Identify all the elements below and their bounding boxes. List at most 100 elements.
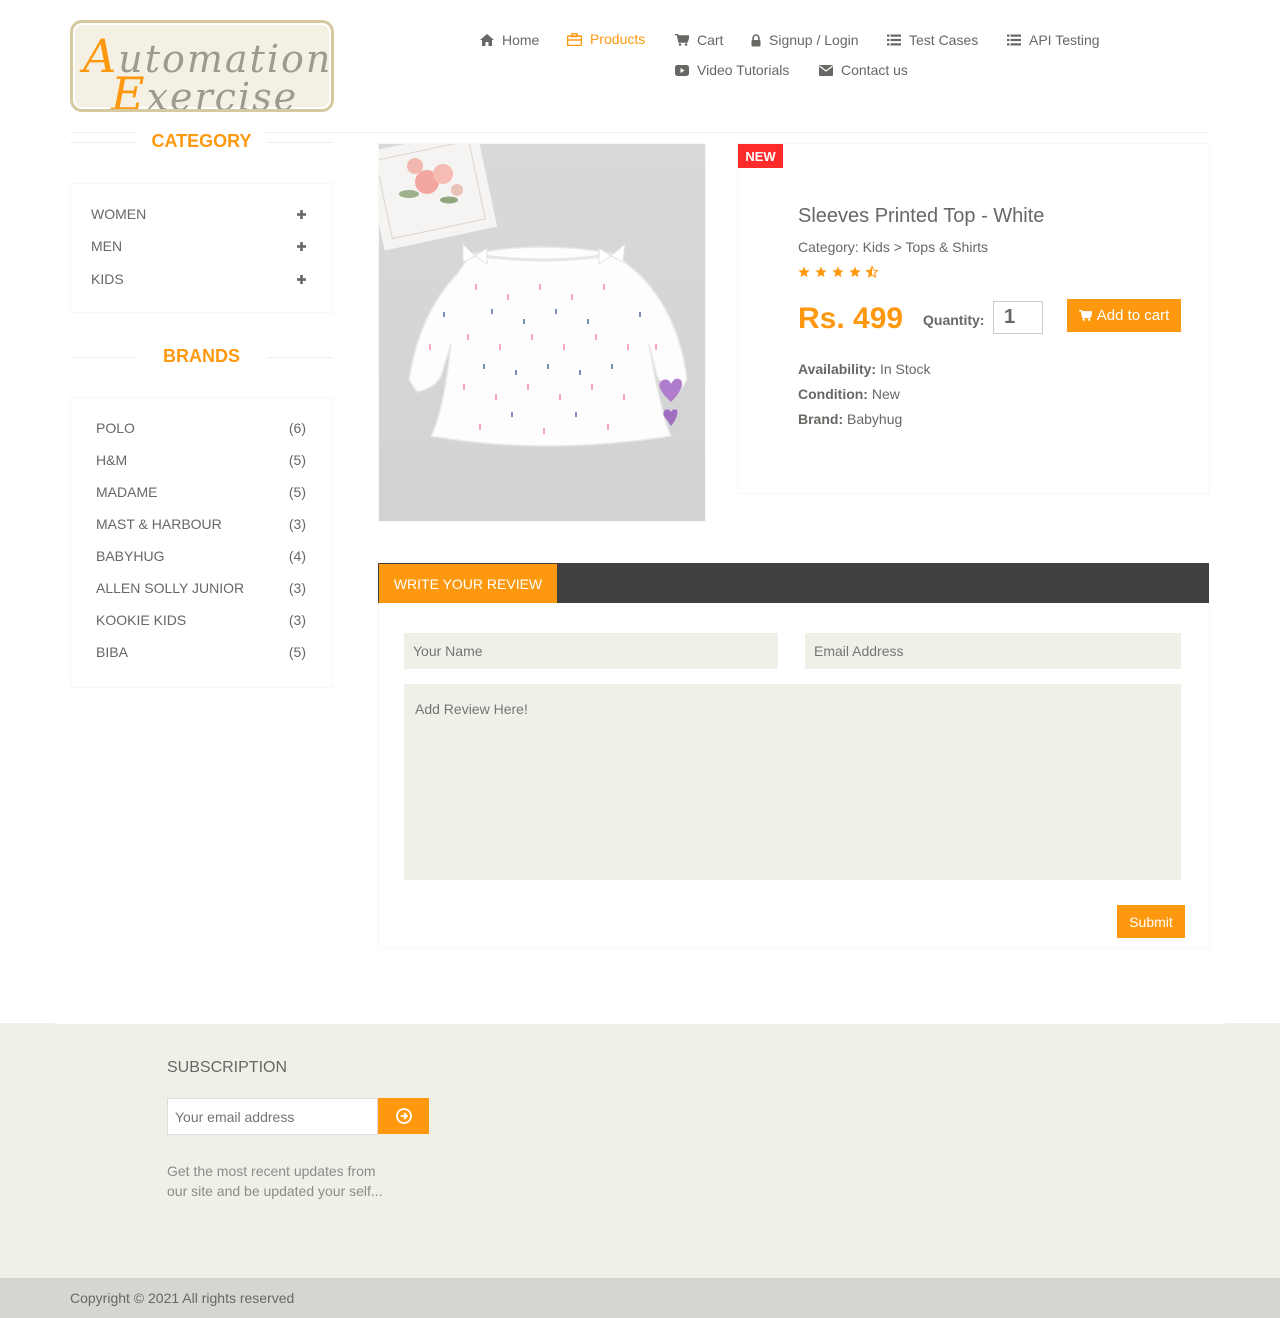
logo-letter-e: E bbox=[111, 67, 147, 112]
brand-label: Brand: bbox=[798, 411, 844, 427]
product-category: Category: Kids > Tops & Shirts bbox=[798, 239, 988, 255]
add-to-cart-button[interactable]: Add to cart bbox=[1067, 299, 1181, 332]
cart-icon bbox=[675, 34, 689, 46]
quantity-label: Quantity: bbox=[923, 312, 985, 328]
category-women[interactable]: WOMEN bbox=[91, 206, 306, 222]
brand-polo[interactable]: POLO (6) bbox=[96, 420, 306, 436]
brand-madame[interactable]: MADAME (5) bbox=[96, 484, 306, 500]
footer-widget: SUBSCRIPTION Get the most recent updates… bbox=[0, 1023, 1280, 1278]
footer-bottom: Copyright © 2021 All rights reserved bbox=[0, 1278, 1280, 1318]
review-tab-bar: WRITE YOUR REVIEW bbox=[378, 563, 1209, 603]
subscription-text: Get the most recent updates from our sit… bbox=[167, 1163, 383, 1199]
nav-products[interactable]: Products bbox=[567, 31, 645, 47]
star-half-icon bbox=[866, 266, 878, 278]
star-icon bbox=[849, 266, 861, 277]
arrow-circle-right-icon bbox=[395, 1108, 412, 1124]
nav-contact-label: Contact us bbox=[841, 62, 908, 78]
star-icon bbox=[815, 266, 827, 277]
site-logo[interactable]: Automation Exercise bbox=[70, 20, 334, 112]
category-title: CATEGORY bbox=[70, 131, 333, 152]
condition-row: Condition: New bbox=[798, 386, 900, 402]
new-badge: NEW bbox=[738, 144, 783, 168]
product-photo-illustration bbox=[379, 144, 688, 447]
product-information: NEW Sleeves Printed Top - White Category… bbox=[737, 143, 1210, 494]
product-image bbox=[378, 143, 706, 522]
availability-row: Availability: In Stock bbox=[798, 361, 931, 377]
nav-test-cases-label: Test Cases bbox=[909, 32, 979, 48]
subscribe-email-input[interactable] bbox=[167, 1098, 378, 1135]
nav-signup-label: Signup / Login bbox=[769, 32, 859, 48]
product-rating bbox=[798, 266, 878, 278]
brand-name: BIBA bbox=[96, 644, 128, 660]
review-submit-button[interactable]: Submit bbox=[1117, 905, 1185, 938]
brand-count: (3) bbox=[288, 580, 306, 596]
brand-name: MADAME bbox=[96, 484, 158, 500]
review-form: Submit bbox=[378, 603, 1210, 948]
tab-write-review[interactable]: WRITE YOUR REVIEW bbox=[379, 564, 557, 603]
brands-panel: POLO (6) H&M (5) MADAME (5) MAST & HARBOUR (… bbox=[70, 397, 333, 688]
brand-count: (4) bbox=[288, 548, 306, 564]
product-name: Sleeves Printed Top - White bbox=[798, 205, 1045, 227]
brand-babyhug[interactable]: BABYHUG (4) bbox=[96, 548, 306, 564]
review-name-input[interactable] bbox=[404, 633, 778, 669]
nav-cart[interactable]: Cart bbox=[675, 32, 723, 48]
copyright-text: Copyright © 2021 All rights reserved bbox=[70, 1290, 295, 1306]
nav-api-testing-label: API Testing bbox=[1029, 32, 1100, 48]
subscription-title: SUBSCRIPTION bbox=[167, 1059, 288, 1076]
envelope-icon bbox=[819, 64, 833, 76]
brand-hm[interactable]: H&M (5) bbox=[96, 452, 306, 468]
brand-row: Brand: Babyhug bbox=[798, 411, 902, 427]
availability-label: Availability: bbox=[798, 361, 877, 377]
brand-name: MAST & HARBOUR bbox=[96, 516, 222, 532]
condition-value: New bbox=[871, 386, 900, 402]
review-text-area[interactable] bbox=[404, 684, 1181, 880]
category-kids[interactable]: KIDS bbox=[91, 271, 306, 287]
nav-contact-us[interactable]: Contact us bbox=[819, 62, 908, 78]
brand-count: (3) bbox=[288, 612, 306, 628]
plus-icon[interactable] bbox=[297, 274, 306, 284]
brand-count: (5) bbox=[288, 452, 306, 468]
nav-home[interactable]: Home bbox=[480, 32, 539, 48]
nav-home-label: Home bbox=[502, 32, 540, 48]
briefcase-icon bbox=[567, 32, 582, 46]
nav-cart-label: Cart bbox=[697, 32, 724, 48]
plus-icon[interactable] bbox=[297, 209, 306, 219]
brand-name: BABYHUG bbox=[96, 548, 165, 564]
nav-video-tutorials[interactable]: Video Tutorials bbox=[675, 62, 789, 78]
category-panel: WOMEN MEN KIDS bbox=[70, 183, 333, 313]
condition-label: Condition: bbox=[798, 386, 868, 402]
review-email-input[interactable] bbox=[805, 633, 1181, 669]
category-men-label: MEN bbox=[91, 238, 123, 254]
brands-title: BRANDS bbox=[70, 346, 333, 367]
brand-biba[interactable]: BIBA (5) bbox=[96, 644, 306, 660]
star-icon bbox=[832, 266, 844, 277]
footer-divider bbox=[55, 1023, 1225, 1024]
brand-allen-solly-junior[interactable]: ALLEN SOLLY JUNIOR (3) bbox=[96, 580, 306, 596]
quantity-input[interactable] bbox=[993, 301, 1043, 334]
nav-products-label: Products bbox=[590, 31, 646, 47]
brand-count: (6) bbox=[288, 420, 306, 436]
brand-name: POLO bbox=[96, 420, 135, 436]
nav-signup-login[interactable]: Signup / Login bbox=[751, 32, 859, 48]
category-kids-label: KIDS bbox=[91, 271, 124, 287]
nav-video-label: Video Tutorials bbox=[697, 62, 790, 78]
subscribe-button[interactable] bbox=[378, 1098, 429, 1134]
brand-kookie-kids[interactable]: KOOKIE KIDS (3) bbox=[96, 612, 306, 628]
list-icon bbox=[1007, 34, 1021, 46]
brand-name: H&M bbox=[96, 452, 128, 468]
brand-value: Babyhug bbox=[847, 411, 903, 427]
list-icon bbox=[887, 34, 901, 46]
brand-name: ALLEN SOLLY JUNIOR bbox=[96, 580, 245, 596]
cart-icon bbox=[1078, 310, 1092, 321]
category-men[interactable]: MEN bbox=[91, 238, 306, 254]
plus-icon[interactable] bbox=[297, 241, 306, 251]
brand-count: (5) bbox=[288, 484, 306, 500]
nav-api-testing[interactable]: API Testing bbox=[1007, 32, 1100, 48]
logo-text-line2: xercise bbox=[146, 75, 299, 112]
brand-name: KOOKIE KIDS bbox=[96, 612, 187, 628]
brand-mast-harbour[interactable]: MAST & HARBOUR (3) bbox=[96, 516, 306, 532]
category-women-label: WOMEN bbox=[91, 206, 147, 222]
nav-test-cases[interactable]: Test Cases bbox=[887, 32, 978, 48]
availability-value: In Stock bbox=[879, 361, 931, 377]
youtube-play-icon bbox=[675, 64, 689, 76]
